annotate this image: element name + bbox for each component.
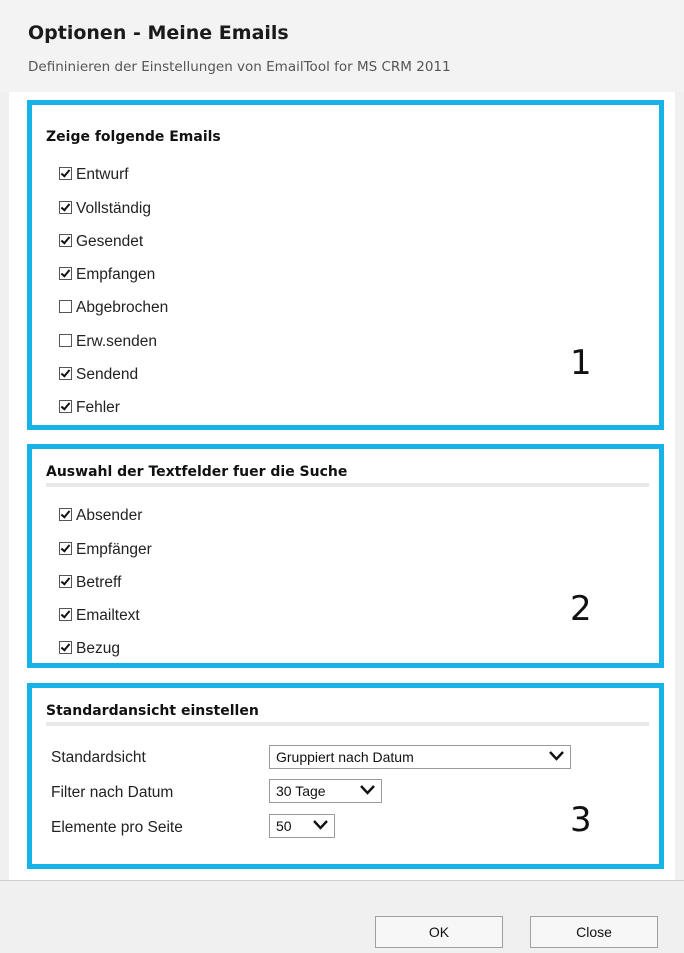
items-per-page-select[interactable]: 50: [269, 814, 335, 838]
dialog-footer: OK Close: [0, 880, 684, 953]
checkbox-box[interactable]: [59, 266, 72, 280]
checkbox-label: Fehler: [76, 399, 120, 416]
section-show-emails: Zeige folgende Emails Entwurf Vollständi…: [27, 100, 664, 430]
checkbox-box[interactable]: [59, 607, 72, 621]
date-filter-label: Filter nach Datum: [51, 784, 174, 801]
checkbox-betreff[interactable]: Betreff: [59, 574, 121, 594]
checkbox-erw-senden[interactable]: Erw.senden: [59, 333, 157, 353]
checkbox-label: Empfangen: [76, 266, 156, 283]
section-title: Zeige folgende Emails: [46, 129, 221, 145]
section-number: 2: [570, 589, 592, 629]
section-default-view: Standardansicht einstellen Standardsicht…: [27, 683, 664, 869]
checkbox-box[interactable]: [59, 399, 72, 413]
section-title: Auswahl der Textfelder fuer die Suche: [46, 464, 348, 480]
checkbox-box[interactable]: [59, 299, 72, 313]
checkbox-vollstaendig[interactable]: Vollständig: [59, 200, 151, 220]
section-number: 1: [570, 343, 592, 383]
checkbox-label: Entwurf: [76, 166, 129, 183]
checkbox-box[interactable]: [59, 366, 72, 380]
checkbox-abgebrochen[interactable]: Abgebrochen: [59, 299, 168, 319]
section-divider: [46, 483, 649, 487]
items-per-page-label: Elemente pro Seite: [51, 819, 183, 836]
date-filter-select[interactable]: 30 Tage: [269, 779, 382, 803]
checkbox-emailtext[interactable]: Emailtext: [59, 607, 140, 627]
checkbox-box[interactable]: [59, 200, 72, 214]
checkbox-box[interactable]: [59, 640, 72, 654]
section-number: 3: [570, 800, 592, 840]
close-button[interactable]: Close: [530, 916, 658, 948]
checkbox-entwurf[interactable]: Entwurf: [59, 166, 129, 186]
section-divider: [46, 722, 649, 726]
checkbox-fehler[interactable]: Fehler: [59, 399, 120, 419]
checkbox-label: Absender: [76, 507, 143, 524]
checkbox-bezug[interactable]: Bezug: [59, 640, 120, 660]
checkbox-label: Gesendet: [76, 233, 144, 250]
checkbox-label: Vollständig: [76, 200, 151, 217]
checkbox-sendend[interactable]: Sendend: [59, 366, 138, 386]
checkbox-label: Erw.senden: [76, 333, 157, 350]
checkbox-label: Abgebrochen: [76, 299, 169, 316]
section-search-fields: Auswahl der Textfelder fuer die Suche Ab…: [27, 444, 664, 668]
checkbox-box[interactable]: [59, 333, 72, 347]
standard-view-select[interactable]: Gruppiert nach Datum: [269, 745, 571, 769]
standard-view-label: Standardsicht: [51, 749, 146, 766]
checkbox-absender[interactable]: Absender: [59, 507, 142, 527]
section-title: Standardansicht einstellen: [46, 703, 259, 719]
checkbox-empfaenger[interactable]: Empfänger: [59, 541, 152, 561]
chevron-down-icon: [549, 751, 564, 761]
checkbox-box[interactable]: [59, 166, 72, 180]
checkbox-label: Bezug: [76, 640, 120, 657]
checkbox-empfangen[interactable]: Empfangen: [59, 266, 155, 286]
checkbox-box[interactable]: [59, 541, 72, 555]
chevron-down-icon: [360, 785, 375, 795]
checkbox-label: Empfänger: [76, 541, 152, 558]
checkbox-label: Emailtext: [76, 607, 140, 624]
select-value: Gruppiert nach Datum: [276, 749, 414, 765]
checkbox-label: Sendend: [76, 366, 139, 383]
checkbox-gesendet[interactable]: Gesendet: [59, 233, 143, 253]
checkbox-label: Betreff: [76, 574, 122, 591]
chevron-down-icon: [313, 820, 328, 830]
select-value: 30 Tage: [276, 783, 326, 799]
dialog-title: Optionen - Meine Emails: [28, 22, 289, 44]
checkbox-box[interactable]: [59, 507, 72, 521]
dialog-subtitle: Defininieren der Einstellungen von Email…: [28, 59, 451, 75]
ok-button[interactable]: OK: [375, 916, 503, 948]
dialog-header: Optionen - Meine Emails Defininieren der…: [0, 0, 684, 92]
select-value: 50: [276, 818, 292, 834]
checkbox-box[interactable]: [59, 233, 72, 247]
checkbox-box[interactable]: [59, 574, 72, 588]
